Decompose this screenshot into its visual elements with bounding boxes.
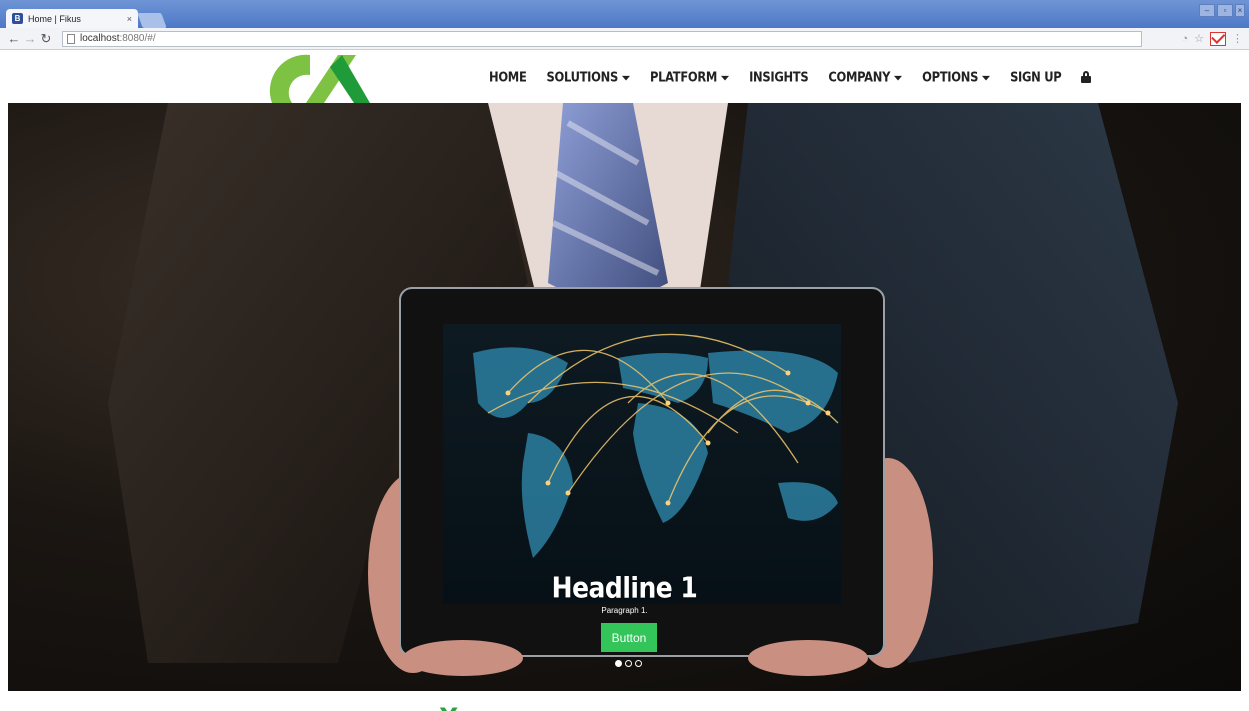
url-path: :8080/#/ bbox=[119, 33, 156, 44]
nav-home[interactable]: HOME bbox=[489, 69, 527, 85]
nav-platform-label: PLATFORM bbox=[649, 68, 718, 86]
page-icon bbox=[67, 33, 75, 44]
site-logo[interactable] bbox=[250, 51, 390, 103]
nav-insights-label: INSIGHTS bbox=[749, 68, 809, 86]
minimize-button[interactable]: – bbox=[1199, 4, 1215, 17]
main-nav: HOME SOLUTIONS PLATFORM INSIGHTS COMPANY… bbox=[489, 51, 1092, 103]
tab-title: Home | Fikus bbox=[28, 13, 81, 24]
back-icon[interactable]: ← bbox=[6, 31, 22, 46]
nav-home-label: HOME bbox=[489, 68, 527, 86]
hero-cta-button[interactable]: Button bbox=[601, 623, 657, 652]
carousel-dot-3[interactable] bbox=[635, 660, 642, 667]
hero-carousel: Headline 1 Paragraph 1. Button bbox=[8, 103, 1241, 691]
favicon-icon: B bbox=[12, 13, 23, 24]
caret-down-icon bbox=[982, 75, 991, 80]
url-host: localhost bbox=[80, 33, 120, 44]
window-controls: – ▫ × bbox=[1199, 4, 1245, 17]
address-bar[interactable]: localhost:8080/#/ bbox=[62, 30, 1142, 47]
nav-company-label: COMPANY bbox=[828, 68, 891, 86]
teaser-heading: Y bbox=[440, 703, 457, 711]
tab-close-icon[interactable]: × bbox=[127, 14, 132, 24]
menu-icon[interactable]: ⋮ bbox=[1232, 32, 1243, 45]
browser-tabstrip: B Home | Fikus × – ▫ × bbox=[0, 0, 1249, 28]
toolbar-extensions: ◔ ☆ ⋮ bbox=[1181, 31, 1243, 46]
caret-down-icon bbox=[721, 75, 730, 80]
bookmark-star-icon[interactable]: ☆ bbox=[1194, 32, 1204, 45]
hero-paragraph: Paragraph 1. bbox=[601, 606, 648, 615]
carousel-caption: Headline 1 Paragraph 1. Button bbox=[8, 103, 1241, 691]
browser-toolbar: ← → ↻ localhost:8080/#/ ◔ ☆ ⋮ bbox=[0, 28, 1249, 50]
nav-sign-up[interactable]: SIGN UP bbox=[1010, 68, 1062, 86]
nav-solutions-label: SOLUTIONS bbox=[546, 68, 619, 86]
close-window-button[interactable]: × bbox=[1235, 4, 1245, 17]
gmail-icon[interactable] bbox=[1210, 31, 1226, 46]
maximize-button[interactable]: ▫ bbox=[1217, 4, 1233, 17]
logo-mark-icon bbox=[269, 54, 370, 103]
extension-icon[interactable]: ◔ bbox=[1181, 33, 1188, 45]
new-tab-button[interactable] bbox=[137, 13, 167, 28]
caret-down-icon bbox=[894, 75, 903, 80]
carousel-dot-2[interactable] bbox=[625, 660, 632, 667]
nav-options-label: OPTIONS bbox=[922, 68, 979, 86]
caret-down-icon bbox=[621, 75, 630, 80]
nav-platform[interactable]: PLATFORM bbox=[649, 68, 730, 86]
carousel-dot-1[interactable] bbox=[615, 660, 622, 667]
hero-headline: Headline 1 bbox=[551, 570, 698, 605]
browser-tab[interactable]: B Home | Fikus × bbox=[6, 9, 138, 28]
section-teaser: Y bbox=[0, 691, 1249, 711]
nav-company[interactable]: COMPANY bbox=[828, 68, 903, 86]
nav-solutions[interactable]: SOLUTIONS bbox=[547, 69, 630, 85]
carousel-indicators bbox=[615, 660, 642, 667]
lock-icon[interactable] bbox=[1081, 71, 1092, 83]
forward-icon[interactable]: → bbox=[22, 31, 38, 46]
nav-sign-up-label: SIGN UP bbox=[1010, 68, 1062, 86]
nav-insights[interactable]: INSIGHTS bbox=[749, 68, 809, 86]
nav-options[interactable]: OPTIONS bbox=[922, 68, 991, 86]
reload-icon[interactable]: ↻ bbox=[38, 31, 54, 47]
